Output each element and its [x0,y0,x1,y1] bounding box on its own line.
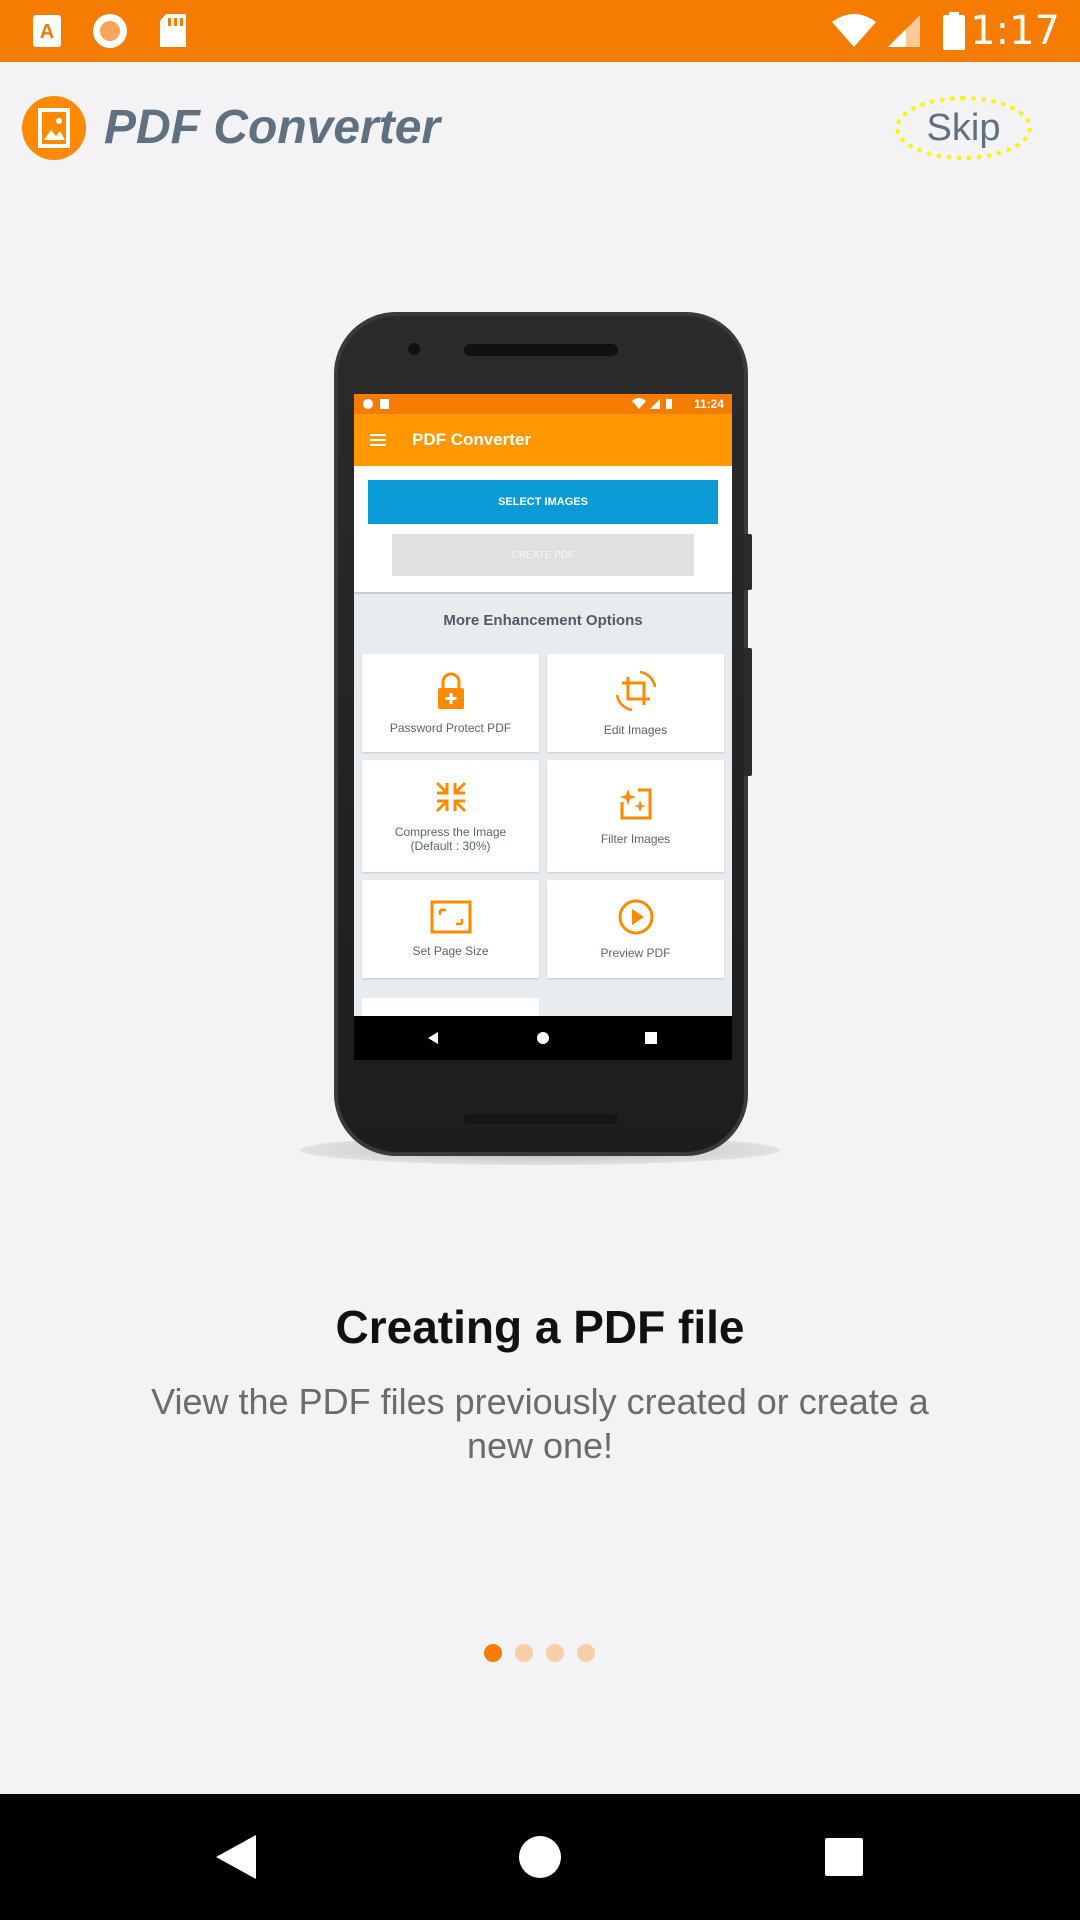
sd-card-icon [156,0,190,62]
mockup-option-label: Compress the Image (Default : 30%) [394,825,507,853]
mockup-toolbar-title: PDF Converter [412,430,532,449]
page-indicator [484,1644,595,1662]
back-icon [216,1835,256,1879]
page-dot-2[interactable] [515,1644,533,1662]
hamburger-menu-icon [370,434,396,446]
status-bar: A 1:17 [0,0,1080,62]
mockup-option-label: Password Protect PDF [389,721,512,735]
phone-screen: 11:24 PDF Converter SELECT IMAGES CREATE… [354,394,732,1060]
home-button[interactable] [480,1794,600,1920]
slide-description: View the PDF files previously created or… [151,1381,929,1466]
status-time: 1:17 [970,8,1060,54]
compress-icon [435,781,466,813]
back-button[interactable] [176,1794,296,1920]
page-dot-1[interactable] [484,1644,502,1662]
mockup-option-card: Edit Images [547,654,724,752]
home-icon [519,1836,561,1878]
phone-power-button [744,534,752,590]
battery-icon [940,0,968,62]
mockup-recents-icon [645,1032,657,1044]
phone-camera [408,343,420,355]
page-dot-4[interactable] [577,1644,595,1662]
record-icon [90,0,130,62]
slide-title: Creating a PDF file [335,1301,745,1353]
mockup-select-images-button: SELECT IMAGES [368,480,718,524]
lock-plus-icon [437,672,464,709]
mockup-option-label: Set Page Size [412,944,489,958]
mockup-create-pdf-button: CREATE PDF [392,534,694,576]
recents-icon [825,1838,863,1876]
skip-button[interactable]: Skip [895,96,1032,160]
mockup-toolbar: PDF Converter [354,414,732,466]
mockup-section-title: More Enhancement Options [443,612,643,629]
phone-speaker [464,344,618,356]
signal-icon [884,0,924,62]
system-nav-bar [0,1794,1080,1920]
phone-speaker-bottom [464,1114,618,1124]
mockup-option-label: Edit Images [603,723,668,737]
mockup-home-icon [537,1032,549,1044]
phone-illustration: 11:24 PDF Converter SELECT IMAGES CREATE… [334,312,752,1156]
page-dot-3[interactable] [546,1644,564,1662]
page-size-icon [430,900,471,934]
mockup-option-label: Preview PDF [600,946,671,960]
recents-button[interactable] [784,1794,904,1920]
mockup-option-card: Filter Images [547,760,724,872]
crop-rotate-icon [615,670,656,712]
mockup-option-card: Compress the Image (Default : 30%) [362,760,539,872]
mockup-options-grid: Password Protect PDF Edit Images Compres… [362,654,724,978]
wifi-icon [830,0,878,62]
mockup-back-icon [428,1032,438,1044]
filter-sparkle-icon [619,788,651,820]
mockup-option-label: Filter Images [600,832,671,846]
app-logo-icon [22,96,86,160]
mockup-option-card: Preview PDF [547,880,724,978]
mockup-status-time: 11:24 [693,397,724,411]
phone-volume-button [744,648,752,776]
play-circle-icon [618,899,653,935]
app-title: PDF Converter [104,101,441,154]
mockup-status-bar: 11:24 [354,394,732,414]
mockup-nav-bar [354,1016,732,1060]
mockup-option-card: Password Protect PDF [362,654,539,752]
mockup-actions: SELECT IMAGES CREATE PDF [354,466,732,594]
svg-text:A: A [40,21,54,43]
text-a-icon: A [30,0,64,62]
mockup-option-card: Set Page Size [362,880,539,978]
